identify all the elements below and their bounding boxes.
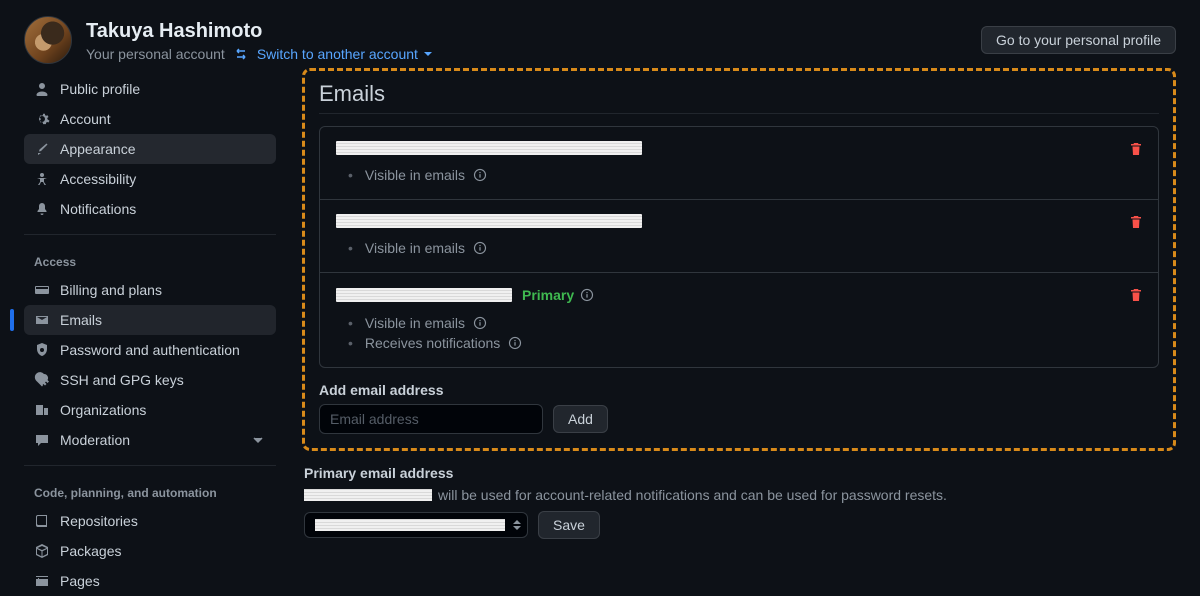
nav-notifications[interactable]: Notifications [24,194,276,224]
nav-appearance-icon [34,141,50,157]
nav-password-auth[interactable]: Password and authentication [24,335,276,365]
nav-label: Public profile [60,81,140,97]
info-icon[interactable] [508,336,522,350]
email-meta: Visible in emails [336,165,1142,185]
main-content: Emails Visible in emails Visible in emai… [302,74,1176,596]
nav-repos[interactable]: Repositories [24,506,276,536]
nav-notifications-icon [34,201,50,217]
nav-label: Repositories [60,513,138,529]
nav-label: Billing and plans [60,282,162,298]
nav-repos-icon [34,513,50,529]
email-item: Primary Visible in emails Receives notifi… [320,273,1158,367]
redacted-email [336,141,642,155]
email-meta: Receives notifications [336,333,1142,353]
nav-label: Emails [60,312,102,328]
nav-public-profile-icon [34,81,50,97]
highlight-box: Emails Visible in emails Visible in emai… [302,68,1176,451]
nav-accessibility-icon [34,171,50,187]
go-to-profile-button[interactable]: Go to your personal profile [981,26,1176,54]
primary-email-label: Primary email address [304,465,1174,481]
caret-down-icon [424,52,432,56]
nav-label: SSH and GPG keys [60,372,184,388]
nav-emails[interactable]: Emails [24,305,276,335]
nav-ssh-gpg[interactable]: SSH and GPG keys [24,365,276,395]
nav-appearance[interactable]: Appearance [24,134,276,164]
info-icon[interactable] [473,316,487,330]
nav-label: Password and authentication [60,342,240,358]
avatar[interactable] [24,16,72,64]
nav-orgs[interactable]: Organizations [24,395,276,425]
nav-label: Appearance [60,141,136,157]
nav-billing-icon [34,282,50,298]
section-code: Code, planning, and automation [24,476,276,506]
redacted-email [336,288,512,302]
primary-help-text: will be used for account-related notific… [438,487,947,503]
email-item: Visible in emails [320,200,1158,273]
email-meta: Visible in emails [336,238,1142,258]
sidebar: Public profile Account Appearance Accessibi… [24,74,276,596]
email-meta: Visible in emails [336,313,1142,333]
redacted-email [336,214,642,228]
nav-label: Account [60,111,111,127]
nav-packages[interactable]: Packages [24,536,276,566]
nav-public-profile[interactable]: Public profile [24,74,276,104]
info-icon[interactable] [580,288,594,302]
profile-header: Takuya Hashimoto Your personal account S… [24,0,1176,74]
primary-email-select[interactable] [304,512,528,538]
nav-emails-icon [34,312,50,328]
nav-billing[interactable]: Billing and plans [24,275,276,305]
nav-accessibility[interactable]: Accessibility [24,164,276,194]
nav-packages-icon [34,543,50,559]
info-icon[interactable] [473,168,487,182]
add-email-input[interactable] [319,404,543,434]
nav-moderation[interactable]: Moderation [24,425,276,455]
add-email-button[interactable]: Add [553,405,608,433]
save-primary-button[interactable]: Save [538,511,600,539]
switch-icon [233,46,249,62]
nav-label: Organizations [60,402,146,418]
delete-email-button[interactable] [1128,287,1144,303]
nav-password-auth-icon [34,342,50,358]
select-carets-icon [513,520,521,530]
info-icon[interactable] [473,241,487,255]
nav-label: Packages [60,543,121,559]
nav-label: Accessibility [60,171,136,187]
nav-orgs-icon [34,402,50,418]
nav-label: Notifications [60,201,136,217]
email-item: Visible in emails [320,127,1158,200]
page-title: Emails [319,81,1159,114]
chevron-down-icon [250,432,266,448]
add-email-label: Add email address [319,382,1159,398]
nav-account-icon [34,111,50,127]
email-list: Visible in emails Visible in emails Prim… [319,126,1159,368]
section-access: Access [24,245,276,275]
redacted-email [304,489,432,501]
nav-label: Pages [60,573,100,589]
nav-label: Moderation [60,432,130,448]
nav-account[interactable]: Account [24,104,276,134]
redacted-selected [315,519,505,531]
nav-ssh-gpg-icon [34,372,50,388]
delete-email-button[interactable] [1128,141,1144,157]
nav-moderation-icon [34,432,50,448]
primary-badge: Primary [522,287,574,303]
nav-pages[interactable]: Pages [24,566,276,596]
switch-account-link[interactable]: Switch to another account [257,46,432,62]
account-subtitle: Your personal account [86,46,225,62]
nav-pages-icon [34,573,50,589]
user-name: Takuya Hashimoto [86,19,432,44]
delete-email-button[interactable] [1128,214,1144,230]
